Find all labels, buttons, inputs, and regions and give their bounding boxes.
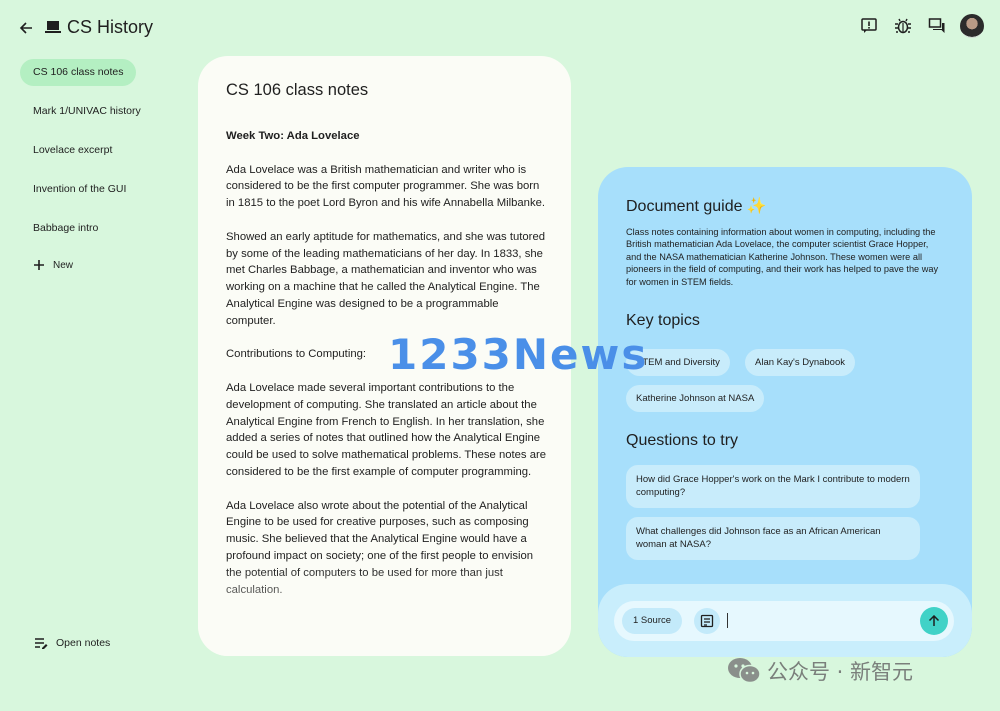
sidebar-item-mark1-univac[interactable]: Mark 1/UNIVAC history	[20, 98, 190, 125]
source-chip[interactable]: 1 Source	[622, 608, 683, 634]
chat-input[interactable]: 1 Source	[614, 601, 954, 641]
plus-icon	[34, 260, 44, 270]
open-notes-button[interactable]: Open notes	[34, 637, 110, 649]
wechat-icon	[727, 657, 761, 685]
notes-paragraph: Ada Lovelace made several important cont…	[226, 381, 547, 478]
arrow-left-icon	[19, 22, 32, 34]
document-guide-panel: Document guide ✨ Class notes containing i…	[598, 167, 972, 657]
sidebar-item-cs106-notes[interactable]: CS 106 class notes	[20, 59, 137, 86]
sidebar-item-invention-gui[interactable]: Invention of the GUI	[20, 176, 190, 203]
questions-heading: Questions to try	[626, 432, 739, 449]
wechat-watermark-text: 公众号 · 新智元	[767, 660, 914, 684]
laptop-icon	[44, 18, 62, 36]
sidebar-item-babbage-intro[interactable]: Babbage intro	[20, 215, 190, 242]
avatar[interactable]	[960, 14, 984, 38]
app-title: CS History	[67, 17, 154, 37]
key-topics-heading: Key topics	[626, 312, 700, 329]
new-label: New	[53, 259, 74, 271]
topic-chip[interactable]: Alan Kay's Dynabook	[745, 349, 856, 376]
add-source-button[interactable]	[694, 608, 720, 634]
suggested-question[interactable]: How did Grace Hopper's work on the Mark …	[626, 465, 920, 509]
back-button[interactable]	[14, 16, 38, 40]
notes-paragraph: Showed an early aptitude for mathematics…	[226, 230, 546, 327]
chat-input-bar: 1 Source	[598, 584, 972, 657]
suggested-question[interactable]: What challenges did Johnson face as an A…	[626, 517, 920, 561]
notes-fade-overlay	[198, 566, 571, 656]
top-bar: CS History	[0, 0, 1000, 56]
notes-list-icon	[35, 638, 48, 649]
bug-icon[interactable]	[892, 15, 914, 37]
arrow-up-icon	[928, 615, 940, 626]
guide-title: Document guide ✨	[626, 198, 767, 215]
notes-paragraph: Ada Lovelace was a British mathematician…	[226, 163, 546, 210]
sidebar: CS 106 class notes Mark 1/UNIVAC history…	[20, 59, 190, 276]
chat-icon[interactable]	[926, 15, 948, 37]
feedback-icon[interactable]	[858, 15, 880, 37]
sparkle-icon: ✨	[746, 198, 767, 215]
new-button[interactable]: New	[20, 254, 190, 276]
open-notes-label: Open notes	[56, 637, 111, 649]
topic-chip[interactable]: Katherine Johnson at NASA	[626, 385, 765, 412]
news-watermark: 1233News	[388, 330, 649, 379]
send-button[interactable]	[920, 607, 948, 635]
wechat-watermark: 公众号 · 新智元	[727, 656, 913, 686]
notes-week-heading: Week Two: Ada Lovelace	[226, 130, 360, 142]
note-add-icon	[700, 614, 714, 628]
text-cursor	[727, 613, 728, 628]
notes-title: CS 106 class notes	[226, 81, 369, 99]
sidebar-item-lovelace-excerpt[interactable]: Lovelace excerpt	[20, 137, 190, 164]
guide-summary: Class notes containing information about…	[626, 227, 939, 287]
